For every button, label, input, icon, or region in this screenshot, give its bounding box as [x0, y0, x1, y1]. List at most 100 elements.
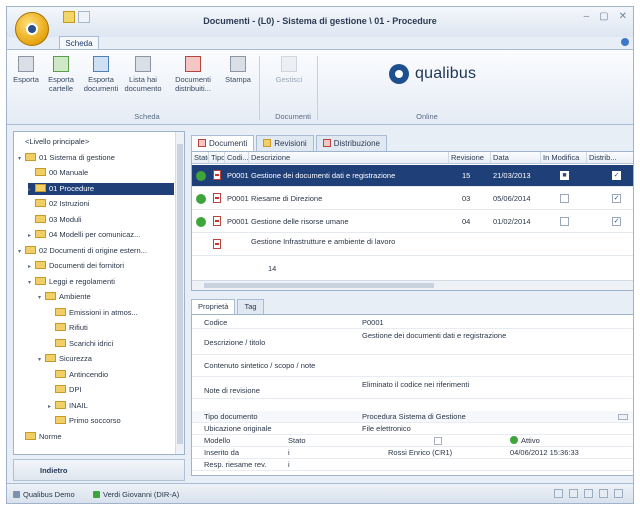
documents-grid[interactable]: Stato Tipo Codi... Descrizione Revisione… [191, 151, 633, 291]
column-header[interactable]: Data [491, 152, 541, 164]
column-header[interactable]: Stato [192, 152, 209, 164]
column-header[interactable]: Revisione [449, 152, 491, 164]
pdf-icon [213, 216, 221, 226]
model-checkbox[interactable] [434, 437, 442, 445]
more-options-icon[interactable] [618, 414, 628, 420]
tree-item[interactable]: ▾ Ambiente [38, 291, 174, 303]
tree-item[interactable]: ▸ 04 Modelli per comunicaz... [28, 229, 174, 241]
tree-item[interactable]: Antincendio [48, 369, 174, 381]
view-details-icon[interactable] [599, 489, 608, 498]
manage-button[interactable]: Gestisci [269, 56, 309, 84]
table-row[interactable]: Gestione Infrastrutture e ambiente di la… [192, 234, 633, 256]
in-modifica-checkbox[interactable] [560, 217, 569, 226]
column-header[interactable]: In Modifica [541, 152, 587, 164]
cell-code: P0001 [227, 217, 249, 226]
tree-item[interactable]: 02 Istruzioni [28, 198, 174, 210]
column-header[interactable]: Descrizione [249, 152, 449, 164]
maximize-icon[interactable]: ▢ [599, 11, 608, 22]
column-header[interactable]: Tipo [209, 152, 225, 164]
tree-expander-icon[interactable]: ▾ [38, 292, 45, 304]
grid-horizontal-scrollbar[interactable] [192, 280, 633, 290]
manage-icon [281, 56, 297, 72]
property-row-model: Modello Stato Attivo [192, 435, 633, 447]
tree-item[interactable]: Rifiuti [48, 322, 174, 334]
in-modifica-checkbox[interactable]: ■ [560, 171, 569, 180]
close-icon[interactable]: ✕ [619, 11, 627, 22]
tree-item[interactable]: Emissioni in atmos... [48, 307, 174, 319]
folder-tree[interactable]: <Livello principale> ▾ 01 Sistema di gesti… [13, 131, 185, 455]
tree-item[interactable]: ▸ 01 Procedure [28, 182, 174, 196]
tree-item[interactable]: DPI [48, 384, 174, 396]
description-value[interactable]: Gestione dei documenti dati e registrazi… [362, 331, 506, 340]
application-menu-button[interactable] [15, 12, 49, 46]
tree-item[interactable]: 03 Moduli [28, 214, 174, 226]
tree-item[interactable]: Norme [18, 431, 174, 443]
tree-item-label: Norme [39, 431, 62, 441]
minimize-icon[interactable]: – [584, 11, 590, 22]
revision-notes-value[interactable]: Eliminato il codice nei riferimenti [362, 380, 469, 389]
tree-scrollbar[interactable] [175, 132, 184, 454]
table-row[interactable]: P0001 Riesame di Direzione 03 05/06/2014 ✓ [192, 188, 633, 210]
property-row-type: Tipo documento Procedura Sistema di Gest… [192, 411, 633, 423]
tree-item[interactable]: ▾ Leggi e regolamenti [28, 276, 174, 288]
tree-item[interactable]: ▸ INAIL [48, 400, 174, 412]
pdf-icon [213, 239, 221, 249]
tab-proprieta[interactable]: Proprietà [191, 299, 236, 314]
location-value[interactable]: File elettronico [362, 424, 411, 433]
scrollbar-thumb[interactable] [177, 144, 183, 444]
content-label: Contenuto sintetico / scopo / note [204, 361, 316, 370]
tab-revisioni[interactable]: Revisioni [256, 135, 314, 151]
tree-item[interactable]: Primo soccorso [48, 415, 174, 427]
tree-item[interactable]: ▾ 02 Documenti di origine estern... [18, 245, 174, 257]
tree-item-label: 01 Procedure [49, 183, 95, 193]
document-list-button[interactable]: Lista hai documento [123, 56, 163, 93]
zoom-icon[interactable] [614, 489, 623, 498]
view-list-icon[interactable] [584, 489, 593, 498]
tab-documenti[interactable]: Documenti [191, 135, 255, 151]
tree-expander-icon[interactable]: ▾ [28, 277, 35, 289]
column-header[interactable]: Codi... [225, 152, 249, 164]
column-header[interactable]: Distrib... [587, 152, 633, 164]
tree-item[interactable]: ▾ 01 Sistema di gestione [18, 152, 174, 164]
tree-item[interactable]: ▾ Sicurezza [38, 353, 174, 365]
printer-icon [230, 56, 246, 72]
property-row-description: Descrizione / titolo Gestione dei docume… [192, 329, 633, 355]
export-icon [18, 56, 34, 72]
tree-item[interactable]: <Livello principale> [18, 136, 174, 148]
folder-icon [55, 307, 66, 316]
print-button[interactable]: Stampa [221, 56, 255, 84]
tree-expander-icon[interactable]: ▾ [18, 246, 25, 258]
tree-expander-icon[interactable]: ▸ [28, 184, 35, 196]
distribuito-checkbox[interactable]: ✓ [612, 217, 621, 226]
in-modifica-checkbox[interactable] [560, 194, 569, 203]
help-icon[interactable] [621, 38, 629, 46]
distribuito-checkbox[interactable]: ✓ [612, 194, 621, 203]
status-user: Verdi Giovanni (DIR-A) [93, 490, 179, 499]
tree-expander-icon[interactable]: ▸ [48, 401, 55, 413]
scrollbar-thumb[interactable] [204, 283, 434, 288]
tab-distribuzione[interactable]: Distribuzione [315, 135, 387, 151]
ribbon-tab-scheda[interactable]: Scheda [59, 36, 99, 50]
code-value[interactable]: P0001 [362, 318, 384, 327]
table-row[interactable]: P0001 Gestione delle risorse umane 04 01/02… [192, 211, 633, 233]
tree-item[interactable]: Scarichi idrici [48, 338, 174, 350]
tab-tag[interactable]: Tag [237, 299, 264, 314]
tree-expander-icon[interactable]: ▸ [28, 261, 35, 273]
view-layout-icon[interactable] [569, 489, 578, 498]
export-folders-button[interactable]: Esporta cartelle [43, 56, 79, 93]
distributed-documents-button[interactable]: Documenti distribuiti... [167, 56, 219, 93]
tree-expander-icon[interactable]: ▾ [38, 354, 45, 366]
tree-expander-icon[interactable]: ▾ [18, 153, 25, 165]
document-type-value[interactable]: Procedura Sistema di Gestione [362, 412, 466, 421]
tree-item[interactable]: ▸ Documenti dei fornitori [28, 260, 174, 272]
tree-item[interactable]: 00 Manuale [28, 167, 174, 179]
back-button[interactable]: Indietro [13, 459, 185, 481]
table-row[interactable]: P0001 Gestione dei documenti dati e regis… [192, 165, 633, 187]
description-label: Descrizione / titolo [204, 338, 266, 347]
cell-revision: 03 [462, 194, 471, 203]
distribuito-checkbox[interactable]: ✓ [612, 171, 621, 180]
export-button[interactable]: Esporta [11, 56, 41, 84]
view-normal-icon[interactable] [554, 489, 563, 498]
export-documents-button[interactable]: Esporta documenti [83, 56, 119, 93]
tree-expander-icon[interactable]: ▸ [28, 230, 35, 242]
